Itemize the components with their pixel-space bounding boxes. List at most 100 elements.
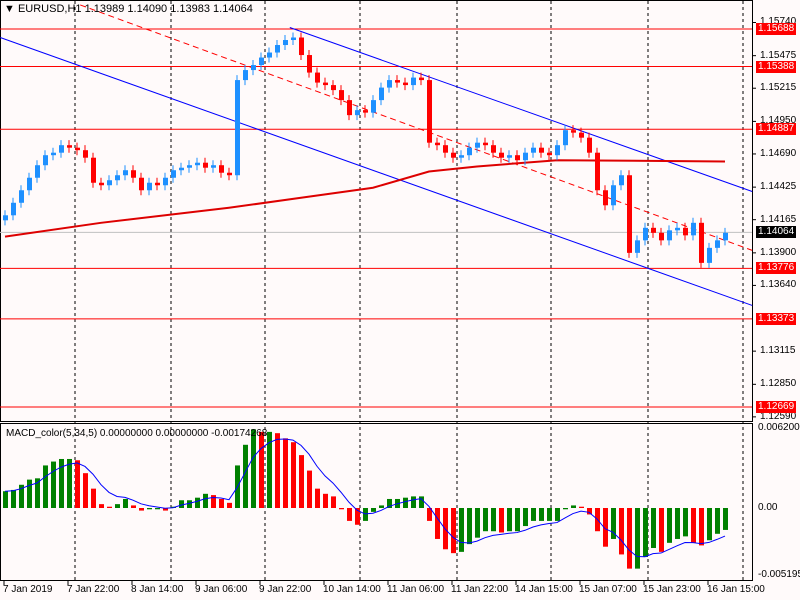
time-axis-label: 8 Jan 14:00 (131, 584, 184, 595)
time-axis-label: 11 Jan 22:00 (451, 584, 509, 595)
bull-candle (259, 57, 264, 66)
macd-histogram-bar (563, 508, 568, 510)
bull-candle (59, 145, 64, 153)
macd-histogram-bar (507, 508, 512, 532)
bull-candle (467, 147, 472, 156)
bear-candle (403, 82, 408, 86)
price-tick-label: 1.13640 (760, 279, 797, 291)
chart-canvas[interactable] (0, 0, 800, 600)
bear-candle (315, 72, 320, 83)
channel-lower-line (0, 37, 753, 306)
bear-candle (699, 222, 704, 263)
macd-histogram-bar (339, 508, 344, 510)
price-tick-label: 1.15475 (760, 49, 797, 61)
bull-candle (523, 152, 528, 161)
macd-histogram-bar (651, 508, 656, 548)
macd-histogram-bar (115, 504, 120, 508)
macd-tick-label: -0.005195 (758, 569, 800, 580)
macd-histogram-bar (403, 497, 408, 508)
bear-candle (99, 182, 104, 186)
price-tick-label: 1.12850 (760, 378, 797, 390)
macd-histogram-bar (699, 508, 704, 546)
macd-histogram-bar (203, 493, 208, 508)
macd-histogram-bar (451, 508, 456, 554)
macd-histogram-bar (123, 498, 128, 508)
level-price-tag: 1.14887 (756, 123, 797, 136)
macd-histogram-bar (139, 508, 144, 511)
bull-candle (611, 185, 616, 206)
macd-histogram-bar (523, 508, 528, 527)
symbol-label: EURUSD,H1 (17, 3, 82, 15)
time-axis-label: 9 Jan 06:00 (195, 584, 248, 595)
bull-candle (691, 222, 696, 236)
macd-histogram-bar (675, 508, 680, 539)
macd-histogram-bar (299, 455, 304, 508)
bull-candle (531, 147, 536, 153)
bear-candle (91, 157, 96, 183)
macd-histogram-bar (331, 496, 336, 508)
macd-histogram-bar (195, 497, 200, 508)
ohlc-values: 1.13989 1.14090 1.13983 1.14064 (84, 3, 253, 15)
dropdown-triangle-icon[interactable]: ▼ (4, 3, 15, 15)
macd-signal-line (4, 438, 726, 558)
bull-candle (371, 100, 376, 113)
bull-candle (707, 247, 712, 263)
macd-histogram-bar (491, 508, 496, 532)
bull-candle (123, 170, 128, 176)
bear-candle (579, 132, 584, 138)
macd-header: MACD_color(5,34,5) 0.00000000 0.00000000… (6, 428, 268, 439)
bear-candle (683, 227, 688, 236)
bull-candle (19, 190, 24, 203)
bull-candle (355, 110, 360, 116)
macd-histogram-bar (155, 508, 160, 510)
level-price-tag: 1.15688 (756, 23, 797, 35)
macd-histogram-bar (539, 508, 544, 521)
bear-candle (651, 227, 656, 233)
bear-candle (307, 55, 312, 73)
bull-candle (723, 232, 728, 241)
bear-candle (587, 137, 592, 153)
macd-histogram-bar (347, 508, 352, 521)
macd-histogram-bar (627, 508, 632, 569)
bear-candle (571, 130, 576, 133)
bear-candle (139, 177, 144, 191)
price-tick-label: 1.14690 (760, 147, 797, 159)
macd-histogram-bar (467, 508, 472, 545)
bull-candle (51, 152, 56, 156)
chart-window[interactable]: ▼ EURUSD,H1 1.13989 1.14090 1.13983 1.14… (0, 0, 800, 600)
macd-histogram-bar (83, 473, 88, 508)
bull-candle (171, 170, 176, 178)
macd-histogram-bar (3, 491, 8, 508)
macd-histogram-bar (587, 508, 592, 515)
macd-histogram-bar (131, 505, 136, 508)
time-axis-label: 11 Jan 06:00 (387, 584, 445, 595)
macd-histogram-bar (435, 508, 440, 539)
bear-candle (435, 142, 440, 146)
bear-candle (499, 152, 504, 158)
bear-candle (395, 80, 400, 83)
bull-candle (635, 240, 640, 253)
bear-candle (331, 85, 336, 91)
bull-candle (459, 155, 464, 158)
bull-candle (235, 80, 240, 176)
bear-candle (67, 145, 72, 148)
macd-histogram-bar (515, 508, 520, 532)
macd-histogram-bar (283, 438, 288, 508)
bull-candle (507, 155, 512, 158)
bear-candle (603, 190, 608, 206)
macd-histogram-bar (643, 508, 648, 558)
macd-tick-label: 0.00 (758, 502, 778, 513)
macd-histogram-bar (291, 442, 296, 508)
bull-candle (283, 40, 288, 46)
macd-histogram-bar (531, 508, 536, 521)
chart-header: ▼ EURUSD,H1 1.13989 1.14090 1.13983 1.14… (4, 3, 253, 15)
time-axis-label: 15 Jan 23:00 (643, 584, 701, 595)
macd-histogram-bar (219, 498, 224, 508)
price-panel-frame (0, 0, 753, 422)
bear-candle (539, 147, 544, 153)
macd-histogram-bar (51, 461, 56, 508)
bear-candle (75, 147, 80, 151)
bear-candle (83, 150, 88, 158)
time-axis-label: 15 Jan 07:00 (579, 584, 637, 595)
bull-candle (243, 70, 248, 81)
